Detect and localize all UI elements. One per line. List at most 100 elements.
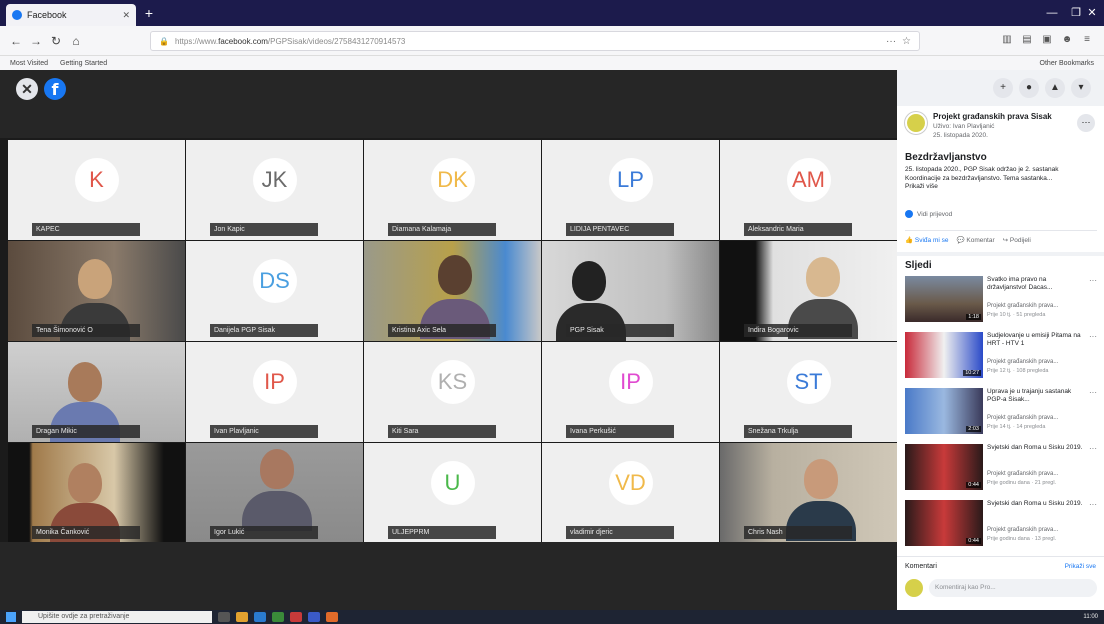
comments-label: Komentari [905,563,937,570]
page-name[interactable]: Projekt građanskih prava Sisak [933,112,1052,121]
post-actions: 👍 Sviđa mi se 💬 Komentar ↪ Podijeli [905,230,1097,246]
video-thumbnail[interactable]: 10:27 [905,332,983,378]
globe-icon [905,210,913,218]
video-more-icon[interactable]: ··· [1089,500,1097,509]
post-title: Bezdržavljanstvo [905,152,987,163]
account-icon[interactable]: ☻ [1060,33,1074,47]
page-actions-icon[interactable]: ··· [886,36,896,47]
messenger-icon[interactable]: ● [1019,78,1039,98]
participant-tile: DK Diamana Kalamaja [364,140,541,240]
page-avatar[interactable] [905,112,927,134]
video-top-bar [0,70,897,138]
participant-name: Kristina Axic Sela [388,324,496,337]
share-button[interactable]: ↪ Podijeli [1003,236,1031,244]
store-icon[interactable] [272,612,284,622]
video-thumbnail[interactable]: 0:44 [905,444,983,490]
close-window-button[interactable]: ✕ [1080,4,1104,22]
video-more-icon[interactable]: ··· [1089,388,1097,397]
translate-link[interactable]: Vidi prijevod [905,210,952,218]
video-title[interactable]: Svjetski dan Roma u Sisku 2019. [987,500,1087,508]
word-icon[interactable] [308,612,320,622]
video-title[interactable]: Sudjelovanje u emisiji Pitama na HRT - H… [987,332,1087,348]
video-item[interactable]: 10:27 Sudjelovanje u emisiji Pitama na H… [905,332,1100,380]
video-source: Projekt građanskih prava... [987,359,1059,365]
video-more-icon[interactable]: ··· [1089,444,1097,453]
participant-name: Ivan Plavljanic [210,425,318,438]
page-subtitle: Uživo: Ivan Plavljanić [933,123,995,130]
app-icon[interactable] [290,612,302,622]
reload-button[interactable]: ↻ [48,33,64,49]
video-thumbnail[interactable]: 0:44 [905,500,983,546]
participant-tile: ST Snežana Trkulja [720,342,897,442]
new-tab-button[interactable]: + [141,6,157,22]
video-title[interactable]: Uprava je u trajanju sastanak PGP-a Sisa… [987,388,1087,404]
library-icon[interactable]: ▥ [1000,33,1014,47]
participant-camera-tile: Dragan Mikic [8,342,185,442]
forward-button[interactable]: → [28,33,44,49]
video-item[interactable]: 1:18 Svatko ima pravo na državljanstvo! … [905,276,1100,324]
video-title[interactable]: Svatko ima pravo na državljanstvo! Dacas… [987,276,1087,292]
participant-name: vladimir djeric [566,526,674,539]
browser-tab[interactable]: Facebook ✕ [6,4,136,26]
reader-icon[interactable]: ▣ [1040,33,1054,47]
video-item[interactable]: 2:03 Uprava je u trajanju sastanak PGP-a… [905,388,1100,436]
task-view-icon[interactable] [218,612,230,622]
participant-name: Kiti Sara [388,425,496,438]
participant-name: Igor Lukić [210,526,318,539]
participant-avatar: IP [608,360,653,404]
participant-tile: DS Danijela PGP Sisak [186,241,363,341]
other-bookmarks[interactable]: Other Bookmarks [1040,60,1094,67]
video-item[interactable]: 0:44 Svjetski dan Roma u Sisku 2019. Pro… [905,500,1100,548]
address-bar[interactable]: 🔒 https://www.facebook.com/PGPSisak/vide… [150,31,920,51]
close-video-button[interactable]: ✕ [16,78,38,100]
sidebar-icon[interactable]: ▤ [1020,33,1034,47]
participant-tile: KS Kiti Sara [364,342,541,442]
participant-name: Indira Bogarovic [744,324,852,337]
facebook-logo-icon[interactable]: f [44,78,66,100]
minimize-button[interactable]: — [1040,4,1064,22]
video-player[interactable]: ✕ f K KAPEC JK Jon Kapic DK Diamana Kala… [0,70,897,610]
video-thumbnail[interactable]: 2:03 [905,388,983,434]
bookmark-getting-started[interactable]: Getting Started [60,60,107,67]
video-title[interactable]: Svjetski dan Roma u Sisku 2019. [987,444,1087,452]
participant-camera-tile: Kristina Axic Sela [364,241,541,341]
video-more-icon[interactable]: ··· [1089,276,1097,285]
comment-input[interactable]: Komentiraj kao Pro... [929,579,1097,597]
video-source: Projekt građanskih prava... [987,303,1059,309]
tab-close-icon[interactable]: ✕ [122,10,130,21]
participant-name: Aleksandric Maria [744,223,852,236]
more-options-button[interactable]: ··· [1077,114,1095,132]
edge-icon[interactable] [254,612,266,622]
participant-name: Snežana Trkulja [744,425,852,438]
participant-avatar: VD [608,461,653,505]
notifications-icon[interactable]: ▲ [1045,78,1065,98]
bookmark-star-icon[interactable]: ☆ [902,36,911,47]
video-thumbnail[interactable]: 1:18 [905,276,983,322]
post-date[interactable]: 25. listopada 2020. [933,132,988,139]
account-menu-icon[interactable]: ▾ [1071,78,1091,98]
menu-icon[interactable]: ≡ [1080,33,1094,47]
home-button[interactable]: ⌂ [68,33,84,49]
comment-button[interactable]: 💬 Komentar [957,236,995,244]
back-button[interactable]: ← [8,33,24,49]
windows-start-icon[interactable] [6,612,16,622]
windows-taskbar: Upišite ovdje za pretraživanje 11:00 [0,610,1104,624]
see-more-link[interactable]: Prikaži više [905,183,938,190]
video-more-icon[interactable]: ··· [1089,332,1097,341]
participant-avatar: DS [252,259,297,303]
like-button[interactable]: 👍 Sviđa mi se [905,236,949,244]
participant-tile: VD vladimir djeric [542,443,719,543]
file-explorer-icon[interactable] [236,612,248,622]
participant-avatar: U [430,461,475,505]
participant-name: Jon Kapic [210,223,318,236]
post-header: Projekt građanskih prava Sisak Uživo: Iv… [905,112,1100,146]
video-source: Projekt građanskih prava... [987,415,1059,421]
bookmark-most-visited[interactable]: Most Visited [10,60,48,67]
video-item[interactable]: 0:44 Svjetski dan Roma u Sisku 2019. Pro… [905,444,1100,492]
taskbar-clock[interactable]: 11:00 [1083,614,1098,620]
post-body: 25. listopada 2020., PGP Sisak održao je… [905,166,1059,182]
plus-icon[interactable]: + [993,78,1013,98]
comments-sort-link[interactable]: Prikaži sve [1065,563,1096,570]
taskbar-search[interactable]: Upišite ovdje za pretraživanje [22,611,212,623]
firefox-icon[interactable] [326,612,338,622]
